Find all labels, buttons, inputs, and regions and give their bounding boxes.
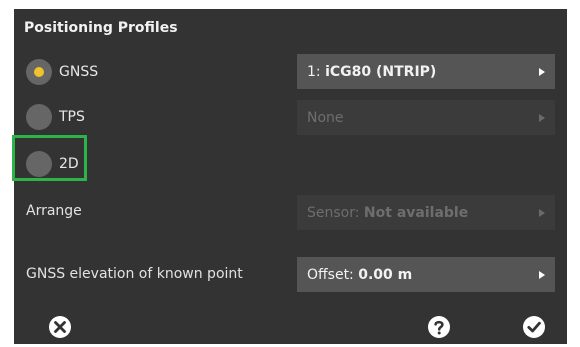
radio-gnss-circle[interactable] [26,59,52,85]
tps-select-value: None [307,109,344,126]
triangle-right-icon [539,67,545,76]
radio-tps-circle[interactable] [26,104,52,130]
positioning-profiles-dialog: Positioning Profiles GNSS TPS 2D 1: iCG8… [12,9,567,344]
triangle-right-icon [539,208,545,217]
elevation-select-value: 0.00 m [358,266,413,283]
radio-gnss[interactable]: GNSS [26,58,98,86]
elevation-offset-select[interactable]: Offset: 0.00 m [297,257,555,292]
triangle-right-icon [539,113,545,122]
elevation-select-prefix: Offset: [307,266,359,283]
radio-tps[interactable]: TPS [26,103,85,131]
arrange-select-prefix: Sensor: [307,204,364,221]
gnss-select-value: iCG80 (NTRIP) [325,63,437,80]
arrange-label: Arrange [26,203,82,219]
arrange-sensor-select: Sensor: Not available [297,195,555,230]
help-icon[interactable] [427,315,451,339]
triangle-right-icon [539,270,545,279]
gnss-select-prefix: 1: [307,63,326,80]
close-circle-icon[interactable] [48,315,72,339]
arrange-select-value: Not available [363,204,469,221]
tps-profile-select: None [297,100,555,135]
radio-selected-dot [34,67,44,77]
radio-tps-label: TPS [59,109,85,125]
radio-gnss-label: GNSS [59,64,99,80]
highlight-2d-box [12,135,87,181]
elevation-label: GNSS elevation of known point [26,266,243,282]
dialog-title: Positioning Profiles [24,20,178,36]
check-circle-icon[interactable] [522,315,546,339]
gnss-profile-select[interactable]: 1: iCG80 (NTRIP) [297,54,555,89]
